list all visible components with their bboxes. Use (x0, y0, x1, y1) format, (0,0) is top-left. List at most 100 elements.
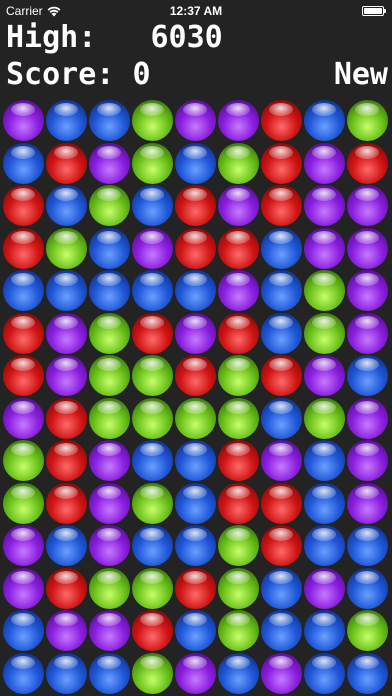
purple-ball[interactable] (261, 440, 302, 481)
blue-ball[interactable] (89, 652, 130, 694)
purple-ball[interactable] (89, 482, 130, 524)
purple-ball[interactable] (347, 482, 388, 524)
blue-ball[interactable] (261, 397, 302, 439)
blue-ball[interactable] (304, 652, 345, 694)
red-ball[interactable] (261, 100, 302, 141)
red-ball[interactable] (261, 355, 302, 396)
purple-ball[interactable] (347, 270, 388, 311)
blue-ball[interactable] (46, 100, 87, 141)
red-ball[interactable] (218, 227, 259, 269)
red-ball[interactable] (46, 440, 87, 481)
blue-ball[interactable] (304, 440, 345, 481)
purple-ball[interactable] (347, 440, 388, 481)
red-ball[interactable] (3, 355, 44, 396)
purple-ball[interactable] (347, 397, 388, 439)
purple-ball[interactable] (175, 312, 216, 354)
purple-ball[interactable] (218, 100, 259, 141)
blue-ball[interactable] (347, 355, 388, 396)
purple-ball[interactable] (175, 652, 216, 694)
red-ball[interactable] (218, 440, 259, 481)
red-ball[interactable] (175, 355, 216, 396)
purple-ball[interactable] (46, 312, 87, 354)
red-ball[interactable] (46, 567, 87, 609)
blue-ball[interactable] (175, 610, 216, 651)
green-ball[interactable] (347, 610, 388, 651)
purple-ball[interactable] (46, 610, 87, 651)
green-ball[interactable] (3, 440, 44, 481)
purple-ball[interactable] (218, 270, 259, 311)
green-ball[interactable] (132, 482, 173, 524)
blue-ball[interactable] (46, 525, 87, 566)
red-ball[interactable] (3, 227, 44, 269)
red-ball[interactable] (175, 227, 216, 269)
green-ball[interactable] (218, 610, 259, 651)
green-ball[interactable] (175, 397, 216, 439)
red-ball[interactable] (261, 142, 302, 184)
red-ball[interactable] (3, 312, 44, 354)
green-ball[interactable] (304, 397, 345, 439)
blue-ball[interactable] (46, 652, 87, 694)
blue-ball[interactable] (89, 227, 130, 269)
green-ball[interactable] (218, 397, 259, 439)
green-ball[interactable] (89, 355, 130, 396)
purple-ball[interactable] (347, 227, 388, 269)
green-ball[interactable] (132, 397, 173, 439)
purple-ball[interactable] (175, 100, 216, 141)
blue-ball[interactable] (132, 440, 173, 481)
green-ball[interactable] (347, 100, 388, 141)
blue-ball[interactable] (89, 100, 130, 141)
blue-ball[interactable] (132, 185, 173, 226)
red-ball[interactable] (261, 185, 302, 226)
green-ball[interactable] (132, 355, 173, 396)
green-ball[interactable] (89, 312, 130, 354)
green-ball[interactable] (46, 227, 87, 269)
green-ball[interactable] (89, 397, 130, 439)
blue-ball[interactable] (304, 100, 345, 141)
purple-ball[interactable] (218, 185, 259, 226)
blue-ball[interactable] (3, 142, 44, 184)
blue-ball[interactable] (304, 610, 345, 651)
green-ball[interactable] (132, 567, 173, 609)
red-ball[interactable] (46, 397, 87, 439)
blue-ball[interactable] (261, 610, 302, 651)
red-ball[interactable] (132, 312, 173, 354)
green-ball[interactable] (132, 142, 173, 184)
blue-ball[interactable] (3, 610, 44, 651)
green-ball[interactable] (218, 567, 259, 609)
green-ball[interactable] (304, 270, 345, 311)
purple-ball[interactable] (304, 567, 345, 609)
blue-ball[interactable] (175, 142, 216, 184)
blue-ball[interactable] (46, 185, 87, 226)
purple-ball[interactable] (3, 100, 44, 141)
red-ball[interactable] (175, 185, 216, 226)
green-ball[interactable] (89, 567, 130, 609)
purple-ball[interactable] (261, 652, 302, 694)
purple-ball[interactable] (304, 227, 345, 269)
green-ball[interactable] (218, 355, 259, 396)
green-ball[interactable] (132, 100, 173, 141)
red-ball[interactable] (3, 185, 44, 226)
new-game-button[interactable]: New (334, 58, 388, 92)
green-ball[interactable] (132, 652, 173, 694)
green-ball[interactable] (3, 482, 44, 524)
purple-ball[interactable] (89, 610, 130, 651)
purple-ball[interactable] (304, 355, 345, 396)
purple-ball[interactable] (3, 525, 44, 566)
red-ball[interactable] (46, 142, 87, 184)
blue-ball[interactable] (347, 525, 388, 566)
blue-ball[interactable] (175, 270, 216, 311)
green-ball[interactable] (304, 312, 345, 354)
red-ball[interactable] (218, 312, 259, 354)
blue-ball[interactable] (261, 270, 302, 311)
blue-ball[interactable] (347, 652, 388, 694)
blue-ball[interactable] (132, 270, 173, 311)
purple-ball[interactable] (347, 312, 388, 354)
blue-ball[interactable] (175, 440, 216, 481)
purple-ball[interactable] (3, 397, 44, 439)
blue-ball[interactable] (46, 270, 87, 311)
purple-ball[interactable] (89, 142, 130, 184)
purple-ball[interactable] (347, 185, 388, 226)
purple-ball[interactable] (89, 525, 130, 566)
blue-ball[interactable] (304, 525, 345, 566)
blue-ball[interactable] (304, 482, 345, 524)
